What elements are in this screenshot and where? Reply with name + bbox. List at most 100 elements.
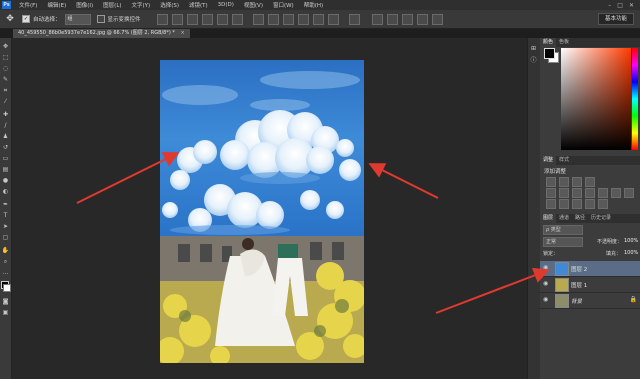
move-tool-icon[interactable]: ✥	[4, 13, 16, 25]
black-white-icon[interactable]	[585, 188, 595, 198]
posterize-icon[interactable]	[559, 199, 569, 209]
tab-paths[interactable]: 路径	[572, 214, 588, 223]
brightness-icon[interactable]	[546, 177, 556, 187]
color-lookup-icon[interactable]	[624, 188, 634, 198]
tab-history[interactable]: 历史记录	[588, 214, 614, 223]
pen-tool-icon[interactable]: ✒	[1, 200, 10, 209]
menu-view[interactable]: 视图(V)	[239, 1, 268, 9]
document-tab[interactable]: 40_459550_86b0e5937e7e162.jpg @ 66.7% (图…	[13, 29, 190, 38]
workspace-switcher[interactable]: 基本功能	[597, 13, 634, 25]
history-panel-icon[interactable]: ⊞	[529, 44, 538, 53]
clone-stamp-icon[interactable]: ♟	[1, 132, 10, 141]
menu-file[interactable]: 文件(F)	[14, 1, 42, 9]
gradient-map-icon[interactable]	[585, 199, 595, 209]
menu-help[interactable]: 帮助(H)	[299, 1, 328, 9]
visibility-eye-icon[interactable]: ◉	[543, 296, 548, 303]
fill-value[interactable]: 100%	[624, 250, 638, 256]
levels-icon[interactable]	[559, 177, 569, 187]
3d-slide-icon[interactable]	[416, 13, 428, 25]
background-color-swatch[interactable]	[3, 284, 11, 292]
history-brush-icon[interactable]: ↺	[1, 143, 10, 152]
eyedropper-tool-icon[interactable]: ⁄	[1, 97, 10, 106]
layer-row-layer1[interactable]: ◉ 图层 1	[540, 277, 640, 293]
tab-styles[interactable]: 样式	[556, 156, 572, 165]
healing-brush-icon[interactable]: ✚	[1, 110, 10, 119]
color-picker-field[interactable]	[561, 48, 631, 150]
dodge-tool-icon[interactable]: ◐	[1, 187, 10, 196]
show-transform-checkbox[interactable]	[96, 15, 105, 23]
more-tools-icon[interactable]: …	[1, 268, 10, 277]
3d-rotate-icon[interactable]	[371, 13, 383, 25]
auto-align-icon[interactable]	[348, 13, 360, 25]
zoom-tool-icon[interactable]: ⌕	[1, 257, 10, 266]
color-balance-icon[interactable]	[572, 188, 582, 198]
menu-3d[interactable]: 3D(D)	[213, 2, 239, 8]
align-hcenter-icon[interactable]	[216, 13, 228, 25]
menu-image[interactable]: 图像(I)	[71, 1, 98, 9]
layer-name[interactable]: 图层 2	[571, 265, 587, 273]
lasso-tool-icon[interactable]: ◌	[1, 64, 10, 73]
path-select-icon[interactable]: ➤	[1, 222, 10, 231]
align-right-icon[interactable]	[231, 13, 243, 25]
type-tool-icon[interactable]: T	[1, 211, 10, 220]
marquee-tool-icon[interactable]: ⬚	[1, 53, 10, 62]
photo-filter-icon[interactable]	[598, 188, 608, 198]
properties-panel-icon[interactable]: ⓘ	[529, 56, 538, 65]
menu-window[interactable]: 窗口(W)	[268, 1, 299, 9]
align-vcenter-icon[interactable]	[171, 13, 183, 25]
distribute-top-icon[interactable]	[252, 13, 264, 25]
menu-layer[interactable]: 图层(L)	[98, 1, 126, 9]
quick-select-tool-icon[interactable]: ✎	[1, 75, 10, 84]
curves-icon[interactable]	[572, 177, 582, 187]
layer-row-background[interactable]: ◉ 背景 🔒	[540, 293, 640, 309]
layer-row-layer2[interactable]: ◉ 图层 2	[540, 261, 640, 277]
brush-tool-icon[interactable]: /	[1, 121, 10, 130]
tab-adjustments[interactable]: 调整	[540, 156, 557, 165]
gradient-tool-icon[interactable]: ▤	[1, 165, 10, 174]
distribute-hcenter-icon[interactable]	[312, 13, 324, 25]
maximize-button[interactable]: □	[617, 2, 623, 9]
hue-slider[interactable]	[632, 48, 638, 150]
move-tool-icon[interactable]: ✥	[1, 42, 10, 51]
menu-filter[interactable]: 滤镜(T)	[184, 1, 213, 9]
minimize-button[interactable]: –	[608, 2, 611, 9]
opacity-value[interactable]: 100%	[624, 238, 638, 244]
distribute-right-icon[interactable]	[327, 13, 339, 25]
shape-tool-icon[interactable]: ▢	[1, 233, 10, 242]
threshold-icon[interactable]	[572, 199, 582, 209]
crop-tool-icon[interactable]: ⌗	[1, 86, 10, 95]
visibility-eye-icon[interactable]: ◉	[543, 264, 548, 271]
blend-mode-dropdown[interactable]: 正常	[543, 237, 583, 247]
hue-saturation-icon[interactable]	[559, 188, 569, 198]
menu-type[interactable]: 文字(Y)	[127, 1, 156, 9]
hand-tool-icon[interactable]: ✋	[1, 246, 10, 255]
menu-edit[interactable]: 编辑(E)	[42, 1, 71, 9]
tab-channels[interactable]: 通道	[556, 214, 572, 223]
exposure-icon[interactable]	[585, 177, 595, 187]
channel-mixer-icon[interactable]	[611, 188, 621, 198]
vibrance-icon[interactable]	[546, 188, 556, 198]
distribute-left-icon[interactable]	[297, 13, 309, 25]
layer-kind-filter[interactable]: ρ 类型	[543, 225, 583, 235]
quick-mask-icon[interactable]: ◙	[1, 297, 10, 306]
tab-color[interactable]: 颜色	[540, 38, 557, 47]
align-left-icon[interactable]	[201, 13, 213, 25]
distribute-bottom-icon[interactable]	[282, 13, 294, 25]
layer-name[interactable]: 背景	[571, 297, 582, 305]
invert-icon[interactable]	[546, 199, 556, 209]
selective-color-icon[interactable]	[598, 199, 608, 209]
auto-select-dropdown[interactable]: 组	[64, 13, 91, 25]
visibility-eye-icon[interactable]: ◉	[543, 280, 548, 287]
sky-clouds-image[interactable]	[160, 60, 364, 236]
3d-roll-icon[interactable]	[386, 13, 398, 25]
eraser-tool-icon[interactable]: ▭	[1, 154, 10, 163]
align-top-icon[interactable]	[156, 13, 168, 25]
wedding-photo-image[interactable]	[160, 236, 364, 363]
foreground-color-chip[interactable]	[544, 48, 555, 59]
distribute-vcenter-icon[interactable]	[267, 13, 279, 25]
screen-mode-icon[interactable]: ▣	[1, 308, 10, 317]
3d-scale-icon[interactable]	[431, 13, 443, 25]
3d-drag-icon[interactable]	[401, 13, 413, 25]
menu-select[interactable]: 选择(S)	[155, 1, 184, 9]
layer-name[interactable]: 图层 1	[571, 281, 587, 289]
